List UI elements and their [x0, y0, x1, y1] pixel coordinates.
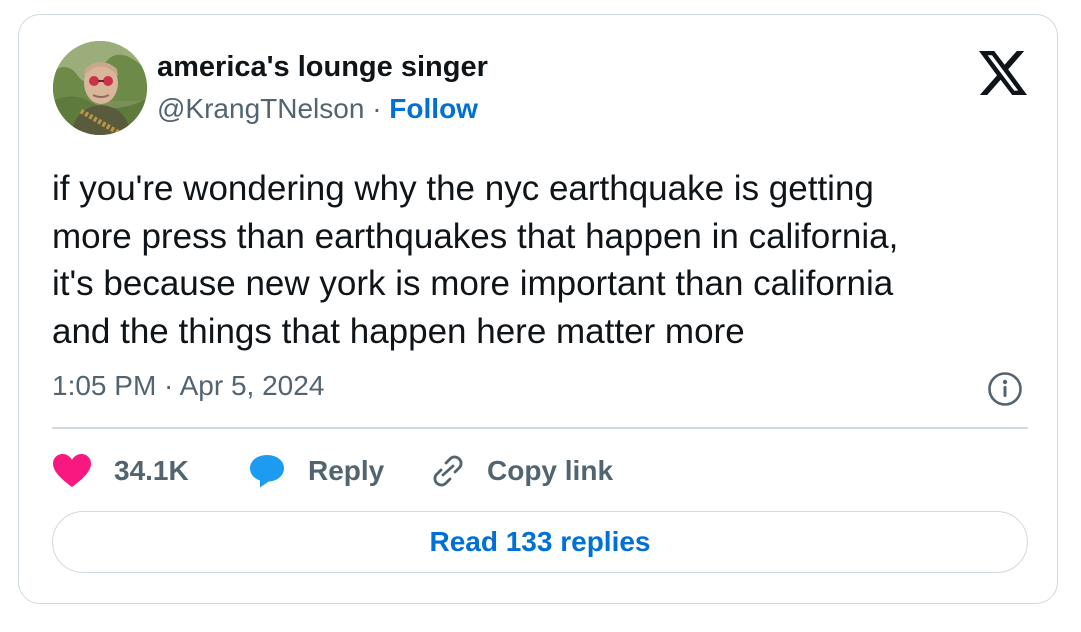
handle-separator: · [372, 93, 382, 124]
avatar-image [53, 41, 147, 135]
tweet-card: america's lounge singer @KrangTNelson · … [18, 14, 1058, 604]
author-name[interactable]: america's lounge singer [157, 51, 488, 84]
follow-button[interactable]: Follow [389, 93, 478, 124]
heart-icon [52, 453, 92, 489]
copy-link-label: Copy link [487, 455, 614, 486]
reply-button[interactable]: Reply [248, 451, 384, 491]
tweet-timestamp[interactable]: 1:05 PM · Apr 5, 2024 [52, 370, 324, 402]
tweet-text: if you're wondering why the nyc earthqua… [52, 169, 899, 351]
avatar[interactable] [53, 41, 147, 135]
x-logo-icon[interactable] [979, 51, 1027, 95]
info-icon[interactable] [987, 371, 1023, 407]
like-count: 34.1K [114, 455, 189, 486]
like-button[interactable]: 34.1K [52, 451, 189, 491]
copy-link-button[interactable]: Copy link [429, 451, 613, 491]
link-icon [429, 453, 467, 489]
author-handle-row: @KrangTNelson · Follow [157, 93, 478, 125]
author-handle[interactable]: @KrangTNelson [157, 93, 364, 124]
reply-bubble-icon [248, 453, 286, 489]
read-replies-button[interactable]: Read 133 replies [52, 511, 1028, 573]
divider [52, 427, 1028, 429]
reply-label: Reply [308, 455, 385, 486]
